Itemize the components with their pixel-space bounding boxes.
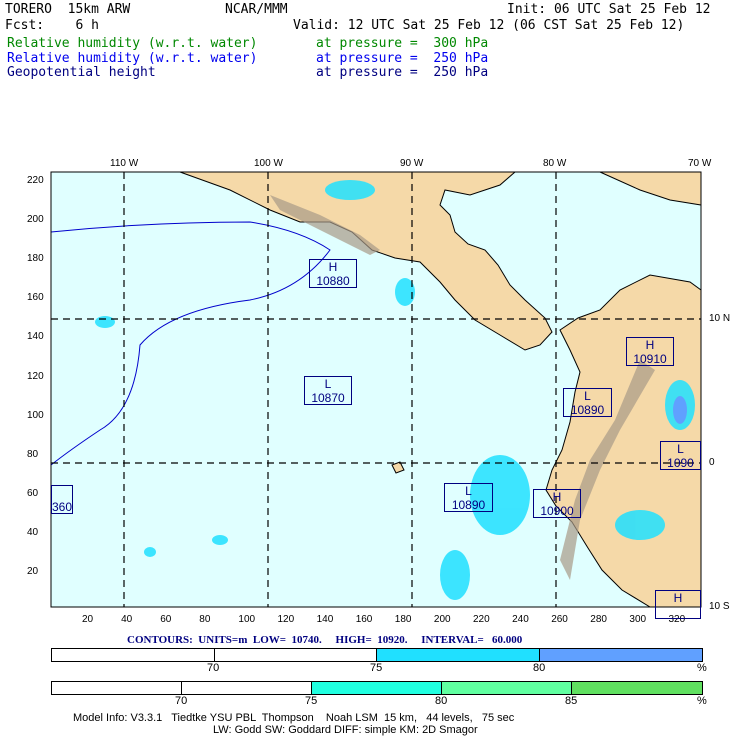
center-type: L bbox=[584, 389, 591, 403]
legend-300hpa-bar bbox=[51, 681, 703, 695]
x-tick-label: 140 bbox=[316, 614, 334, 625]
y-tick-label: 60 bbox=[27, 487, 39, 499]
x-tick-label: 120 bbox=[277, 614, 295, 625]
lon-label: 70 W bbox=[688, 158, 712, 169]
y-tick-label: 180 bbox=[27, 253, 44, 265]
y-tick-label: 220 bbox=[27, 175, 44, 186]
lon-label: 110 W bbox=[110, 158, 139, 169]
center-type: L bbox=[677, 442, 684, 456]
y-tick-label: 160 bbox=[27, 292, 44, 304]
contour-info: CONTOURS: UNITS=m LOW= 10740. HIGH= 1092… bbox=[127, 634, 523, 646]
x-tick-label: 60 bbox=[160, 614, 172, 625]
x-tick-label: 240 bbox=[512, 614, 529, 625]
x-tick-label: 280 bbox=[590, 614, 607, 625]
pressure-center-box: H 10880 bbox=[309, 259, 357, 288]
y-tick-label: 120 bbox=[27, 370, 44, 382]
center-value: 10900 bbox=[540, 504, 574, 518]
lon-label: 90 W bbox=[400, 158, 424, 169]
y-tick-label: 200 bbox=[27, 214, 44, 226]
center-type: H bbox=[673, 591, 683, 605]
x-tick-label: 260 bbox=[551, 614, 568, 625]
humidity-area bbox=[95, 316, 115, 328]
lat-label: 10 S bbox=[709, 601, 730, 612]
pressure-center-box: H 10900 bbox=[533, 489, 581, 518]
x-tick-label: 220 bbox=[473, 614, 490, 625]
weather-map bbox=[50, 171, 702, 608]
model-physics: LW: Godd SW: Goddard DIFF: simple KM: 2D… bbox=[213, 724, 478, 736]
x-tick-label: 40 bbox=[121, 614, 133, 625]
lat-label: 0 bbox=[709, 457, 715, 468]
x-tick-label: 20 bbox=[82, 614, 94, 625]
legend-label: 70 bbox=[207, 662, 220, 674]
center-type: H bbox=[645, 338, 655, 352]
legend-label: 75 bbox=[305, 695, 318, 707]
pressure-center-box: L 1090 bbox=[660, 441, 701, 470]
center-value: 10890 bbox=[570, 403, 605, 417]
x-tick-label: 160 bbox=[355, 614, 373, 625]
legend-label: 75 bbox=[370, 662, 383, 674]
center-value: 360 bbox=[52, 500, 73, 514]
legend-label: 70 bbox=[175, 695, 188, 707]
pressure-center-box: L 10870 bbox=[304, 376, 352, 405]
center-type: L bbox=[324, 377, 332, 391]
humidity-area bbox=[212, 535, 228, 545]
y-tick-label: 80 bbox=[27, 448, 39, 460]
center-value: 1090 bbox=[667, 456, 694, 470]
lon-label: 100 W bbox=[254, 158, 283, 169]
x-tick-label: 180 bbox=[394, 614, 412, 625]
humidity-area bbox=[615, 510, 665, 540]
legend-label: % bbox=[697, 695, 707, 707]
legend-label: 80 bbox=[435, 695, 448, 707]
center-value: 10870 bbox=[311, 391, 345, 405]
y-tick-label: 100 bbox=[27, 409, 44, 421]
legend-label: 80 bbox=[533, 662, 546, 674]
center-type bbox=[52, 486, 72, 500]
pressure-center-box: 360 bbox=[51, 485, 73, 514]
legend-label: % bbox=[697, 662, 707, 674]
y-tick-label: 40 bbox=[27, 526, 39, 538]
pressure-center-box: L 10890 bbox=[563, 388, 612, 417]
lon-label: 80 W bbox=[543, 158, 567, 169]
center-type: H bbox=[328, 260, 338, 274]
pressure-center-box: H 10910 bbox=[626, 337, 674, 366]
center-type: L bbox=[465, 484, 472, 498]
humidity-area bbox=[440, 550, 470, 600]
legend-250hpa-bar bbox=[51, 648, 703, 662]
pressure-center-box: H bbox=[655, 590, 701, 619]
center-type: H bbox=[552, 490, 562, 504]
humidity-area-high bbox=[673, 396, 687, 424]
x-tick-label: 100 bbox=[238, 614, 256, 625]
y-tick-label: 140 bbox=[27, 331, 44, 343]
x-tick-label: 200 bbox=[433, 614, 451, 625]
x-tick-label: 300 bbox=[629, 614, 647, 625]
humidity-area bbox=[144, 547, 156, 557]
center-value: 10910 bbox=[633, 352, 667, 366]
legend-label: 85 bbox=[565, 695, 578, 707]
humidity-area bbox=[325, 180, 375, 200]
model-info: Model Info: V3.3.1 Tiedtke YSU PBL Thomp… bbox=[73, 712, 515, 724]
pressure-center-box: L 10890 bbox=[444, 483, 493, 512]
center-value: 10890 bbox=[451, 498, 486, 512]
center-value: 10880 bbox=[316, 274, 350, 288]
lat-label: 10 N bbox=[709, 313, 731, 324]
y-tick-label: 20 bbox=[27, 566, 39, 577]
x-tick-label: 80 bbox=[199, 614, 211, 625]
